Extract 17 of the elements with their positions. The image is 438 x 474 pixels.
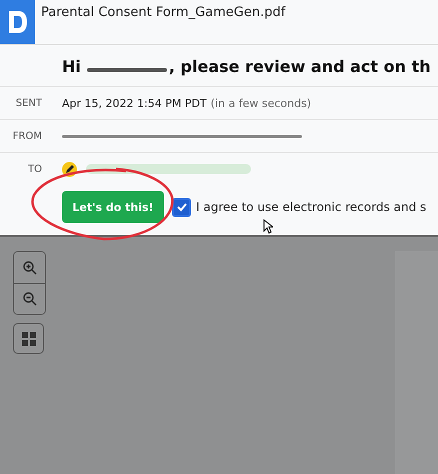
agree-label: I agree to use electronic records and s xyxy=(196,200,426,214)
zoom-out-button[interactable] xyxy=(14,283,45,314)
document-title: Parental Consent Form_GameGen.pdf xyxy=(41,5,286,20)
field-label: FROM xyxy=(12,130,42,142)
greeting-heading: Hi xyxy=(62,57,81,76)
sent-date: Apr 15, 2022 1:54 PM PDT xyxy=(62,96,207,110)
zoom-in-icon xyxy=(22,260,38,276)
lets-do-this-button[interactable]: Let's do this! xyxy=(62,191,164,223)
grid-icon xyxy=(22,332,36,346)
field-label: TO xyxy=(27,164,42,174)
thumbnails-button[interactable] xyxy=(13,323,44,354)
checkmark-icon xyxy=(176,201,188,213)
field-label: SENT xyxy=(14,98,42,108)
zoom-out-icon xyxy=(22,291,38,307)
sent-note: (in a few seconds) xyxy=(210,96,312,110)
agree-checkbox[interactable] xyxy=(172,198,191,216)
review-heading: , please review and act on th xyxy=(168,57,431,76)
